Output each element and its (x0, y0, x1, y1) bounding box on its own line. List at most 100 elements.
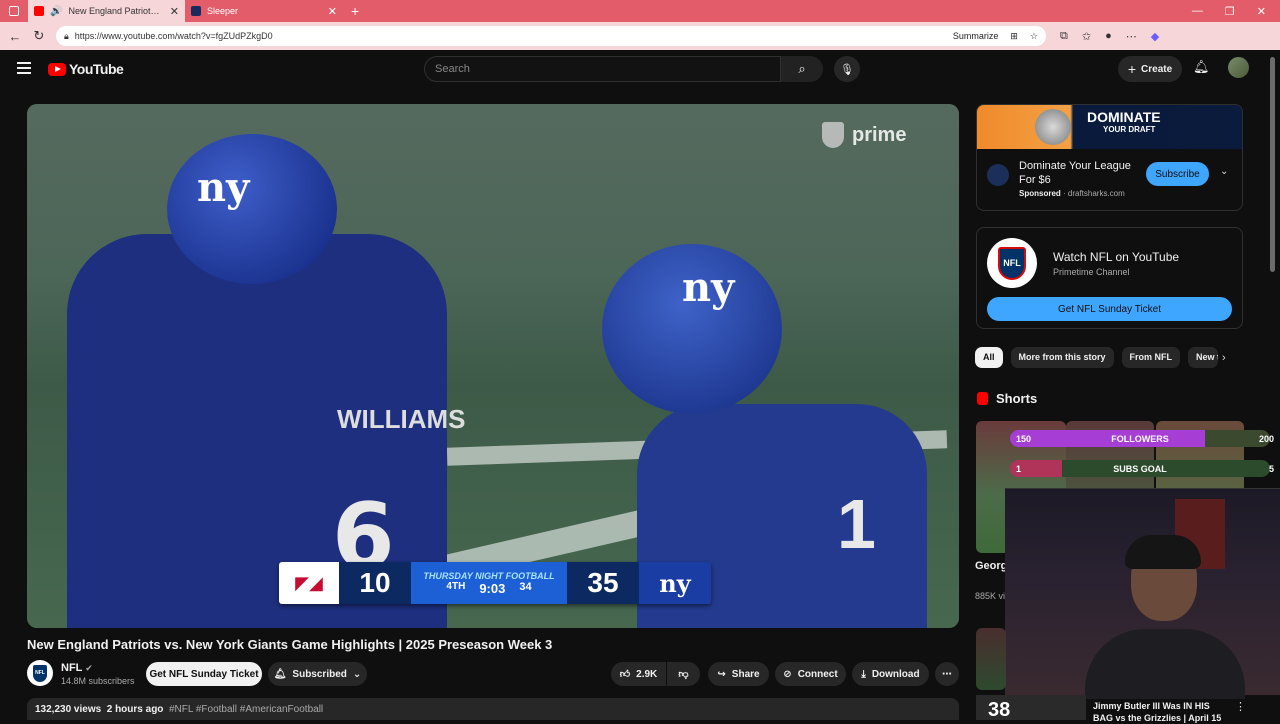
chip-more-from-story[interactable]: More from this story (1010, 347, 1114, 368)
channel-avatar[interactable]: NFL (27, 660, 53, 686)
chevron-down-icon[interactable]: ⌄ (1220, 166, 1228, 177)
bell-icon: 🔔︎ (273, 668, 287, 680)
ny-logo: ny (197, 164, 250, 211)
streamer-hat (1125, 535, 1201, 569)
more-horizontal-icon: ⋯ (942, 668, 952, 680)
webcam-overlay (1005, 488, 1280, 699)
hashtags[interactable]: #NFL #Football #AmericanFootball (169, 704, 323, 715)
page-scrollbar[interactable] (1270, 57, 1275, 272)
ad-banner[interactable]: DOMINATE YOUR DRAFT (977, 105, 1242, 149)
promo-title: Watch NFL on YouTube (1053, 250, 1180, 264)
close-window-icon[interactable]: ✕ (1257, 5, 1266, 18)
download-button[interactable]: ⤓ Download (852, 662, 929, 686)
dislike-button[interactable]: 👎︎ (667, 662, 700, 686)
home-score: 35 (567, 562, 639, 604)
advertiser-icon (987, 164, 1009, 186)
recommended-title[interactable]: Jimmy Butler III Was IN HIS BAG vs the G… (1093, 700, 1223, 724)
voice-search-button[interactable]: 🎙︎ (834, 56, 860, 82)
nfl-promo-card: NFL Watch NFL on YouTube Primetime Chann… (976, 227, 1243, 329)
subs-goal-bar: 1 SUBS GOAL 5 (1010, 460, 1274, 477)
quarter: 4TH (446, 580, 466, 592)
youtube-wordmark: YouTube (69, 61, 124, 77)
recommended-thumbnail[interactable] (976, 628, 1006, 690)
ad-title[interactable]: Dominate Your League For $6 (1019, 159, 1139, 187)
profile-icon[interactable]: ● (1105, 30, 1112, 43)
subscriber-count: 14.8M subscribers (61, 676, 135, 686)
notifications-bell-icon[interactable]: 🔔︎ (1193, 59, 1210, 75)
chip-new[interactable]: New t (1188, 347, 1219, 368)
patriots-logo: ◤◢ (279, 562, 339, 604)
ad-sponsored-line: Sponsored · draftsharks.com (1019, 189, 1125, 198)
nfl-logo-icon: NFL (33, 664, 47, 682)
more-menu-icon[interactable]: ⋯ (1126, 30, 1137, 43)
short-views: 885K views (975, 591, 1005, 601)
tab-title: Sleeper (207, 6, 239, 16)
description-box[interactable]: 132,230 views 2 hours ago #NFL #Football… (27, 698, 959, 720)
chip-from-nfl[interactable]: From NFL (1121, 347, 1181, 368)
more-vertical-icon[interactable]: ⋮ (1235, 700, 1246, 713)
promo-subtitle: Primetime Channel (1053, 267, 1130, 277)
tab-title: New England Patriots vs. New York Giants… (68, 6, 163, 16)
game-clock-panel: THURSDAY NIGHT FOOTBALL 4TH 9:03 34 (411, 562, 567, 604)
chevron-right-icon[interactable]: › (1222, 352, 1226, 364)
restore-icon[interactable]: ❐ (1225, 5, 1235, 18)
thumbnail-number: 38 (988, 699, 1011, 721)
short-title[interactable]: George is tired (975, 559, 1005, 573)
nfl-channel-logo[interactable]: NFL (987, 238, 1037, 288)
shorts-icon (977, 392, 988, 405)
speaker-icon[interactable]: 🔊 (50, 6, 62, 17)
recommended-thumbnail[interactable]: 38 (976, 695, 1086, 721)
search-button[interactable]: ⌕ (781, 56, 823, 82)
channel-name[interactable]: NFL ✔ (61, 662, 93, 674)
browser-sidebar-icon[interactable] (9, 6, 19, 16)
summarize-button[interactable]: Summarize (953, 31, 999, 41)
more-actions-button[interactable]: ⋯ (935, 662, 959, 686)
ad-subscribe-button[interactable]: Subscribe (1146, 162, 1209, 186)
broadcast-label: THURSDAY NIGHT FOOTBALL (423, 570, 555, 581)
youtube-logo[interactable]: YouTube (48, 61, 124, 77)
user-avatar[interactable] (1228, 57, 1249, 78)
share-label: Share (731, 668, 760, 680)
close-tab-icon[interactable]: ✕ (328, 5, 337, 18)
like-button[interactable]: 👍︎ 2.9K (611, 662, 666, 686)
reader-icon[interactable]: ⊞ (1010, 31, 1018, 42)
sunday-ticket-button[interactable]: Get NFL Sunday Ticket (146, 662, 262, 686)
connect-button[interactable]: ⊘ Connect (775, 662, 846, 686)
address-bar[interactable]: 🔒︎ https://www.youtube.com/watch?v=fgZUd… (56, 26, 1046, 46)
favorite-star-icon[interactable]: ☆ (1030, 31, 1038, 42)
close-tab-icon[interactable]: ✕ (170, 5, 179, 18)
site-info-icon[interactable]: 🔒︎ (64, 31, 69, 42)
chip-all[interactable]: All (975, 347, 1003, 368)
youtube-play-icon (48, 62, 66, 76)
refresh-icon[interactable]: ↻ (32, 28, 46, 44)
promo-sunday-ticket-button[interactable]: Get NFL Sunday Ticket (987, 297, 1232, 321)
url-text: https://www.youtube.com/watch?v=fgZUdPZk… (74, 31, 273, 41)
extensions-icon[interactable]: ⧉ (1060, 30, 1068, 43)
minimize-icon[interactable]: — (1192, 5, 1203, 18)
menu-hamburger-icon[interactable] (17, 62, 31, 74)
search-icon: ⌕ (798, 61, 806, 76)
create-button[interactable]: + Create (1118, 56, 1182, 82)
sponsored-ad-card[interactable]: DOMINATE YOUR DRAFT Dominate Your League… (976, 104, 1243, 211)
ad-banner-subline: YOUR DRAFT (1103, 125, 1156, 134)
microphone-icon: 🎙︎ (840, 63, 854, 76)
link-icon: ⊘ (783, 668, 792, 680)
copilot-icon[interactable]: ◆ (1151, 30, 1159, 43)
search-input[interactable]: Search (424, 56, 781, 82)
ad-banner-headline: DOMINATE (1087, 109, 1161, 125)
favorites-icon[interactable]: ✩ (1082, 30, 1091, 43)
stream-goal-overlay: 150 FOLLOWERS 200 1 SUBS GOAL 5 (1010, 430, 1280, 477)
jersey-name: WILLIAMS (337, 404, 466, 434)
video-player[interactable]: ny WILLIAMS 6 ny 1 prime ◤◢ 10 THURSDAY … (27, 104, 959, 628)
sponsored-label: Sponsored (1019, 189, 1061, 198)
plus-icon: + (1127, 61, 1137, 77)
subscribed-button[interactable]: 🔔︎ Subscribed ⌄ (268, 662, 367, 686)
connect-label: Connect (797, 668, 838, 680)
browser-tab-sleeper[interactable]: Sleeper ✕ (185, 0, 343, 22)
new-tab-button[interactable]: + (351, 3, 359, 19)
browser-tab-youtube[interactable]: 🔊 New England Patriots vs. New York Gian… (28, 0, 185, 22)
followers-label: FOLLOWERS (1111, 433, 1169, 444)
browser-toolbar: ← ↻ 🔒︎ https://www.youtube.com/watch?v=f… (0, 22, 1280, 50)
back-icon[interactable]: ← (8, 29, 22, 44)
share-button[interactable]: ↪ Share (708, 662, 769, 686)
